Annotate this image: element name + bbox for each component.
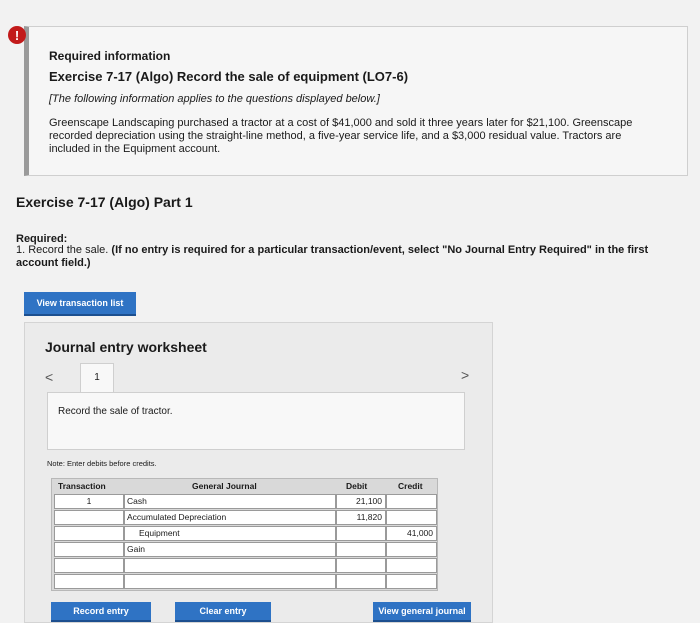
entry-note: Note: Enter debits before credits. — [47, 459, 157, 468]
debit-cell[interactable] — [336, 526, 386, 541]
required-note: (If no entry is required for a particula… — [16, 244, 649, 269]
required-instruction: 1. Record the sale. — [16, 244, 109, 256]
transaction-cell — [54, 574, 124, 589]
transaction-cell — [54, 526, 124, 541]
info-note: [The following information applies to th… — [49, 93, 380, 105]
debit-cell[interactable] — [336, 558, 386, 573]
credit-cell[interactable] — [386, 574, 437, 589]
transaction-description-box: Record the sale of tractor. — [47, 392, 465, 450]
account-cell[interactable]: Accumulated Depreciation — [124, 510, 336, 525]
credit-cell[interactable] — [386, 510, 437, 525]
header-transaction: Transaction — [58, 481, 106, 491]
record-entry-button[interactable]: Record entry — [51, 602, 151, 622]
credit-cell[interactable] — [386, 542, 437, 557]
account-cell[interactable] — [124, 574, 336, 589]
transaction-description: Record the sale of tractor. — [58, 406, 173, 417]
journal-entry-worksheet: Journal entry worksheet < 1 > Record the… — [24, 322, 493, 623]
transaction-cell: 1 — [54, 494, 124, 509]
account-cell[interactable] — [124, 558, 336, 573]
debit-cell[interactable] — [336, 574, 386, 589]
part-title: Exercise 7-17 (Algo) Part 1 — [16, 194, 193, 210]
header-debit: Debit — [346, 481, 368, 491]
debit-cell[interactable]: 11,820 — [336, 510, 386, 525]
exercise-title: Exercise 7-17 (Algo) Record the sale of … — [49, 69, 409, 84]
clear-entry-button[interactable]: Clear entry — [175, 602, 271, 622]
header-credit: Credit — [398, 481, 423, 491]
account-cell[interactable]: Gain — [124, 542, 336, 557]
transaction-cell — [54, 510, 124, 525]
credit-cell[interactable] — [386, 558, 437, 573]
required-information-panel: Required information Exercise 7-17 (Algo… — [24, 26, 688, 176]
debit-cell[interactable]: 21,100 — [336, 494, 386, 509]
transaction-cell — [54, 558, 124, 573]
view-general-journal-button[interactable]: View general journal — [373, 602, 471, 622]
info-title: Required information — [49, 49, 171, 63]
transaction-cell — [54, 542, 124, 557]
header-general-journal: General Journal — [192, 481, 257, 491]
worksheet-title: Journal entry worksheet — [45, 339, 207, 355]
chevron-right-icon[interactable]: > — [461, 367, 469, 383]
debit-cell[interactable] — [336, 542, 386, 557]
view-transaction-list-button[interactable]: View transaction list — [24, 292, 136, 316]
account-cell[interactable]: Cash — [124, 494, 336, 509]
credit-cell[interactable] — [386, 494, 437, 509]
credit-cell[interactable]: 41,000 — [386, 526, 437, 541]
account-cell[interactable]: Equipment — [124, 526, 336, 541]
tab-1[interactable]: 1 — [80, 363, 114, 393]
journal-table: Transaction General Journal Debit Credit… — [51, 478, 438, 591]
info-paragraph: Greenscape Landscaping purchased a tract… — [49, 117, 633, 155]
alert-icon: ! — [8, 26, 26, 44]
required-text: 1. Record the sale. (If no entry is requ… — [16, 244, 686, 270]
chevron-left-icon[interactable]: < — [45, 369, 53, 385]
